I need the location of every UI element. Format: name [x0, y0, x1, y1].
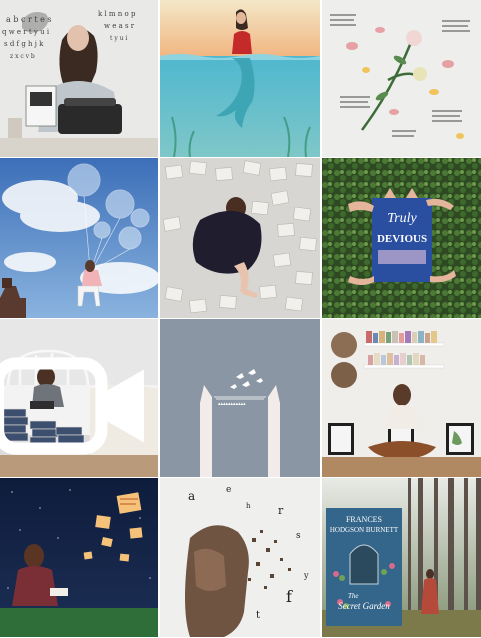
svg-text:t: t	[256, 610, 260, 621]
photo-tile-hands-releasing-birds[interactable]: ▴▴▴▴▴▴▴▴▴▴▴	[160, 319, 320, 477]
svg-text:h: h	[246, 502, 251, 510]
photo-tile-hands-holding-book-ivy[interactable]: Truly DEVIOUS	[322, 158, 481, 318]
svg-text:a: a	[188, 489, 195, 503]
photo-tile-flatlay-roses[interactable]	[322, 0, 481, 157]
photo-tile-woman-typewriter[interactable]: a b c r t e s q w e r t y u i s d f g h …	[0, 0, 158, 157]
photo-grid: a b c r t e s q w e r t y u i s d f g h …	[0, 0, 481, 638]
book-title-b: Secret Garden	[338, 601, 390, 611]
photo-woman-balloons-sky	[0, 158, 158, 318]
book-title-a: The	[348, 592, 359, 600]
book-title-line2: DEVIOUS	[377, 233, 427, 245]
svg-text:a b c r t e s: a b c r t e s	[6, 15, 52, 24]
photo-flatlay-roses	[322, 0, 481, 157]
photo-dress-on-book-pages	[160, 158, 320, 318]
svg-text:s d f g h j k: s d f g h j k	[4, 40, 44, 48]
photo-tile-woman-balloons-sky[interactable]	[0, 158, 158, 318]
book-author-line2: HODGSON BURNETT	[330, 526, 399, 534]
photo-letters-dispersion: ae rs ft yh	[160, 478, 320, 637]
photo-tile-woman-night-books[interactable]	[0, 478, 158, 637]
photo-woman-floor-frames	[322, 319, 481, 477]
video-camera-icon	[0, 357, 144, 455]
svg-text:▴▴▴▴▴▴▴▴▴▴▴: ▴▴▴▴▴▴▴▴▴▴▴	[218, 401, 246, 407]
photo-tile-dress-on-book-pages[interactable]	[160, 158, 320, 318]
svg-text:r: r	[278, 504, 284, 517]
photo-tile-woman-floor-frames[interactable]	[322, 319, 481, 477]
photo-woman-night-books	[0, 478, 158, 637]
photo-tile-letters-dispersion[interactable]: ae rs ft yh	[160, 478, 320, 637]
book-title-line1: Truly	[387, 211, 417, 226]
photo-tile-secret-garden-forest[interactable]: FRANCES HODGSON BURNETT The Secret Garde…	[322, 478, 481, 637]
svg-text:k l m n o p: k l m n o p	[98, 10, 136, 18]
svg-text:q w e r t y u i: q w e r t y u i	[2, 28, 50, 36]
svg-text:e: e	[226, 485, 231, 495]
svg-text:z x c v b: z x c v b	[10, 53, 35, 60]
svg-text:w e a s r: w e a s r	[104, 22, 135, 30]
photo-mermaid-underwater	[160, 0, 320, 157]
book-author-line1: FRANCES	[346, 515, 382, 524]
photo-woman-typewriter: a b c r t e s q w e r t y u i s d f g h …	[0, 0, 158, 157]
photo-hands-holding-book-ivy: Truly DEVIOUS	[322, 158, 481, 318]
svg-text:t y u i: t y u i	[110, 35, 127, 42]
svg-text:s: s	[296, 531, 301, 541]
photo-tile-mermaid-underwater[interactable]	[160, 0, 320, 157]
photo-secret-garden-forest: FRANCES HODGSON BURNETT The Secret Garde…	[322, 478, 481, 637]
photo-hands-releasing-birds: ▴▴▴▴▴▴▴▴▴▴▴	[160, 319, 320, 477]
photo-tile-reading-on-bed[interactable]	[0, 319, 158, 477]
svg-text:y: y	[303, 571, 309, 580]
